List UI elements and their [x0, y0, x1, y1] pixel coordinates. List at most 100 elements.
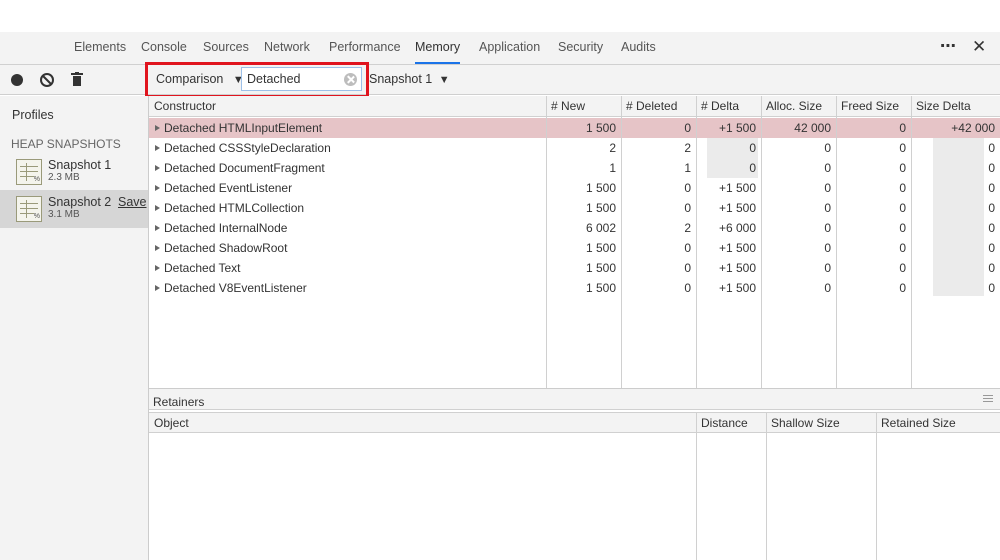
column-header-alloc-size[interactable]: Alloc. Size [761, 96, 836, 116]
tab-memory[interactable]: Memory [415, 32, 461, 64]
devtools-tab-bar: Elements Console Sources Network Perform… [0, 32, 1000, 89]
save-snapshot-link[interactable]: Save [118, 195, 147, 209]
sidebar-item-snapshot-1[interactable]: % Snapshot 1 2.3 MB [0, 153, 148, 191]
tab-console[interactable]: Console [141, 32, 187, 64]
alloc-size-cell: 0 [824, 261, 831, 275]
column-divider [696, 96, 697, 388]
expand-triangle-icon[interactable] [155, 285, 160, 291]
freed-size-cell: 0 [899, 161, 906, 175]
table-row[interactable]: Detached InternalNode 6 002 2 +6 000 0 0 0 [149, 218, 1000, 238]
tab-application[interactable]: Application [479, 32, 540, 64]
clear-profiles-icon[interactable] [40, 73, 54, 87]
column-header-object[interactable]: Object [149, 413, 696, 433]
size-delta-cell: 0 [988, 161, 995, 175]
heap-snapshot-icon: % [16, 159, 42, 185]
alloc-size-cell: 0 [824, 201, 831, 215]
size-delta-cell: 0 [988, 201, 995, 215]
alloc-size-cell: 0 [824, 161, 831, 175]
column-divider [876, 412, 877, 560]
tab-performance[interactable]: Performance [329, 32, 401, 64]
constructor-cell: Detached DocumentFragment [164, 161, 325, 175]
delta-count-cell: 0 [749, 161, 756, 175]
new-count-cell: 6 002 [585, 221, 616, 235]
expand-triangle-icon[interactable] [155, 185, 160, 191]
new-count-cell: 2 [609, 141, 616, 155]
table-row[interactable]: Detached V8EventListener 1 500 0 +1 500 0 0 0 [149, 278, 1000, 298]
delta-count-cell: +1 500 [718, 281, 756, 295]
snapshot-name: Snapshot 1 [48, 158, 112, 172]
expand-triangle-icon[interactable] [155, 225, 160, 231]
new-count-cell: 1 500 [585, 121, 616, 135]
snapshot-size: 2.3 MB [48, 172, 80, 183]
new-count-cell: 1 [609, 161, 616, 175]
expand-triangle-icon[interactable] [155, 245, 160, 251]
alloc-size-cell: 42 000 [794, 121, 831, 135]
column-header-shallow-size[interactable]: Shallow Size [766, 413, 876, 433]
size-delta-cell: 0 [988, 221, 995, 235]
expand-triangle-icon[interactable] [155, 265, 160, 271]
baseline-snapshot-label: Snapshot 1 [369, 72, 433, 86]
table-row[interactable]: Detached HTMLCollection 1 500 0 +1 500 0 0 0 [149, 198, 1000, 218]
collect-garbage-icon[interactable] [71, 72, 83, 87]
expand-triangle-icon[interactable] [155, 145, 160, 151]
snapshot-name: Snapshot 2 [48, 195, 112, 209]
tab-elements[interactable]: Elements [74, 32, 126, 64]
table-row[interactable]: Detached EventListener 1 500 0 +1 500 0 0 0 [149, 178, 1000, 198]
size-delta-cell: 0 [988, 181, 995, 195]
column-header-deleted[interactable]: # Deleted [621, 96, 696, 116]
delta-count-cell: +1 500 [718, 261, 756, 275]
new-count-cell: 1 500 [585, 201, 616, 215]
delta-count-cell: +6 000 [718, 221, 756, 235]
column-divider [911, 96, 912, 388]
constructor-cell: Detached HTMLCollection [164, 201, 305, 215]
freed-size-cell: 0 [899, 201, 906, 215]
alloc-size-cell: 0 [824, 281, 831, 295]
freed-size-cell: 0 [899, 241, 906, 255]
baseline-snapshot-dropdown[interactable]: Snapshot 1 ▼ [369, 65, 450, 94]
column-divider [546, 96, 547, 388]
expand-triangle-icon[interactable] [155, 165, 160, 171]
column-divider [766, 412, 767, 560]
constructor-cell: Detached V8EventListener [164, 281, 307, 295]
size-delta-cell: 0 [988, 281, 995, 295]
table-row[interactable]: Detached ShadowRoot 1 500 0 +1 500 0 0 0 [149, 238, 1000, 258]
constructor-cell: Detached InternalNode [164, 221, 288, 235]
tab-audits[interactable]: Audits [621, 32, 656, 64]
alloc-size-cell: 0 [824, 221, 831, 235]
heap-snapshots-section-label: HEAP SNAPSHOTS [11, 137, 121, 151]
deleted-count-cell: 0 [684, 201, 691, 215]
delta-count-cell: +1 500 [718, 181, 756, 195]
close-icon[interactable]: ✕ [972, 38, 986, 55]
deleted-count-cell: 2 [684, 221, 691, 235]
sidebar-item-snapshot-2[interactable]: % Snapshot 2 3.1 MB Save [0, 190, 148, 228]
table-row[interactable]: Detached CSSStyleDeclaration 2 2 0 0 0 0 [149, 138, 1000, 158]
column-header-new[interactable]: # New [546, 96, 621, 116]
column-header-retained-size[interactable]: Retained Size [876, 413, 1000, 433]
record-heap-snapshot-icon[interactable] [11, 74, 23, 86]
column-header-distance[interactable]: Distance [696, 413, 766, 433]
expand-triangle-icon[interactable] [155, 205, 160, 211]
deleted-count-cell: 1 [684, 161, 691, 175]
column-header-constructor[interactable]: Constructor [149, 96, 546, 116]
drag-handle-icon[interactable] [983, 395, 993, 403]
more-options-icon[interactable]: ⋯ [940, 38, 958, 56]
column-header-size-delta[interactable]: Size Delta [911, 96, 1000, 116]
tab-network[interactable]: Network [264, 32, 310, 64]
delta-count-cell: +1 500 [718, 121, 756, 135]
retainers-header: Retainers [149, 389, 1000, 410]
heap-snapshot-icon: % [16, 196, 42, 222]
deleted-count-cell: 0 [684, 241, 691, 255]
column-header-freed-size[interactable]: Freed Size [836, 96, 911, 116]
freed-size-cell: 0 [899, 121, 906, 135]
column-header-delta[interactable]: # Delta [696, 96, 761, 116]
new-count-cell: 1 500 [585, 241, 616, 255]
table-row[interactable]: Detached HTMLInputElement 1 500 0 +1 500 42 … [149, 118, 1000, 138]
tab-sources[interactable]: Sources [203, 32, 249, 64]
expand-triangle-icon[interactable] [155, 125, 160, 131]
profiles-sidebar: Profiles HEAP SNAPSHOTS % Snapshot 1 2.3… [0, 96, 149, 560]
table-row[interactable]: Detached Text 1 500 0 +1 500 0 0 0 [149, 258, 1000, 278]
column-divider [621, 96, 622, 388]
deleted-count-cell: 0 [684, 181, 691, 195]
tab-security[interactable]: Security [558, 32, 603, 64]
table-row[interactable]: Detached DocumentFragment 1 1 0 0 0 0 [149, 158, 1000, 178]
